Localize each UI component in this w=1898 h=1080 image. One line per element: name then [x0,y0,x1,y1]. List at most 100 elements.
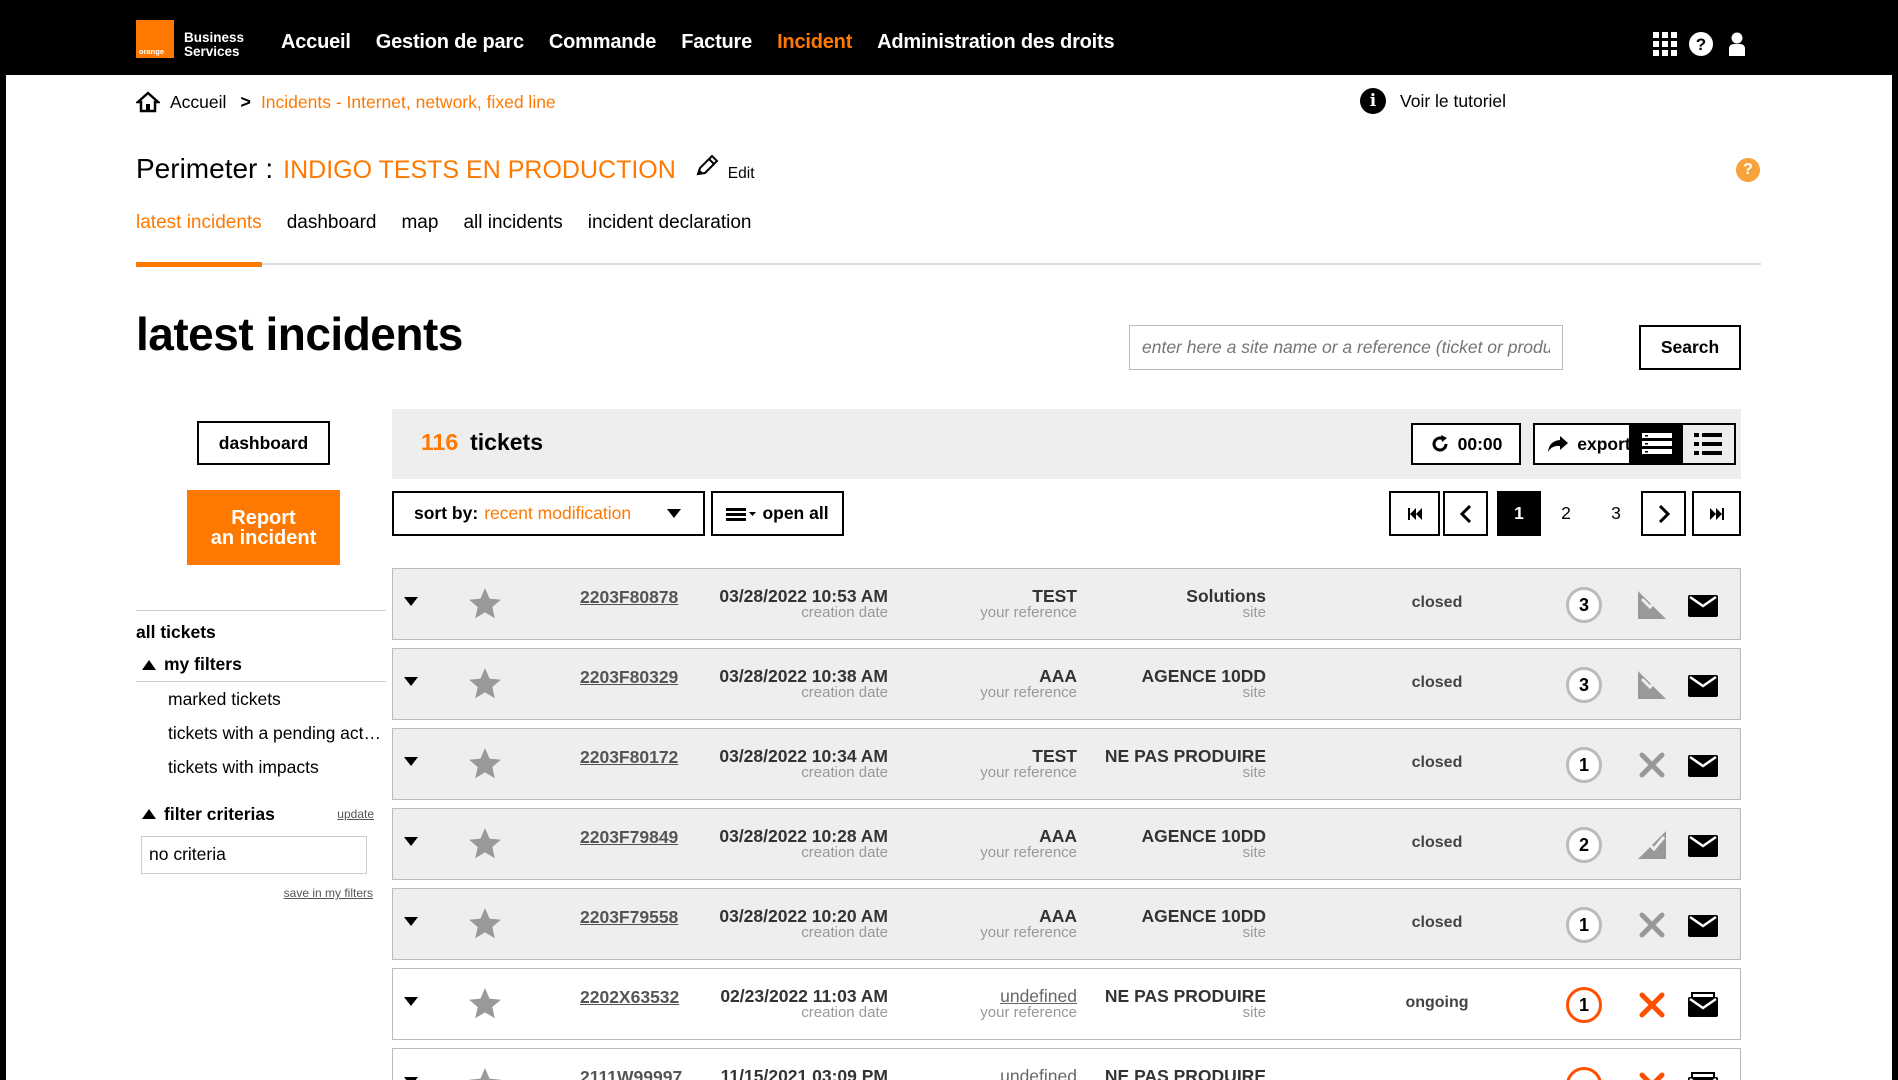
chevron-right-icon: > [240,91,251,112]
nav-incident[interactable]: Incident [777,31,852,54]
expand-caret-icon[interactable] [404,997,418,1006]
breadcrumb: Accueil > Incidents - Internet, network,… [136,90,556,114]
search-button[interactable]: Search [1639,325,1741,370]
logo-text: orange [139,47,165,56]
ticket-ref-link[interactable]: 2203F79558 [580,907,678,928]
next-page-button[interactable] [1641,491,1686,536]
ticket-count-badge: 3 [1566,667,1602,703]
star-icon[interactable] [466,665,504,703]
ticket-status: closed [1411,594,1463,611]
user-icon[interactable] [1725,31,1749,57]
tab-incident-declaration[interactable]: incident declaration [588,212,752,265]
last-page-button[interactable] [1692,491,1741,536]
ticket-ref-link[interactable]: 2203F80172 [580,747,678,768]
ticket-ref-link[interactable]: 2203F80329 [580,667,678,688]
ticket-row[interactable]: 2111W99997 11/15/2021 03:09 PMcreation da… [392,1048,1741,1080]
report-line-2: an incident [210,526,317,549]
report-incident-button[interactable]: Report an incident [187,490,340,565]
tab-latest-incidents[interactable]: latest incidents [136,212,262,267]
search-input[interactable] [1129,325,1563,370]
ticket-your-ref: undefinedyour reference [980,986,1077,1021]
expand-caret-icon[interactable] [404,677,418,686]
mail-icon[interactable] [1685,667,1721,703]
filter-pending-action[interactable]: tickets with a pending act… [136,716,396,750]
tab-all-incidents[interactable]: all incidents [463,212,562,265]
nav-gestion-de-parc[interactable]: Gestion de parc [376,31,524,54]
dashboard-button[interactable]: dashboard [197,421,330,465]
star-icon[interactable] [466,1065,504,1080]
ticket-ref-link[interactable]: 2203F80878 [580,587,678,608]
ticket-row[interactable]: 2203F79849 03/28/2022 10:28 AM creation da… [392,808,1741,880]
prev-page-button[interactable] [1443,491,1488,536]
update-criteria-link[interactable]: update [337,807,374,821]
expand-caret-icon[interactable] [404,757,418,766]
star-icon[interactable] [466,905,504,943]
ticket-ref-link[interactable]: 2111W99997 [580,1067,682,1080]
breadcrumb-current[interactable]: Incidents - Internet, network, fixed lin… [261,92,556,113]
tab-dashboard[interactable]: dashboard [287,212,377,265]
help-circle-icon[interactable]: ? [1689,31,1713,57]
filter-sidebar: all tickets my filters marked tickets ti… [136,610,386,900]
page-1[interactable]: 1 [1497,491,1541,536]
ticket-row[interactable]: 2203F80878 03/28/2022 10:53 AM creation da… [392,568,1741,640]
list-view-icon[interactable] [1683,425,1735,463]
star-icon[interactable] [466,985,504,1023]
mail-icon[interactable] [1685,987,1721,1023]
page-content: Accueil > Incidents - Internet, network,… [6,75,1892,1080]
triangle-up-icon[interactable] [142,809,156,819]
ticket-ref-link[interactable]: 2203F79849 [580,827,678,848]
star-icon[interactable] [466,745,504,783]
ticket-row[interactable]: 2203F80172 03/28/2022 10:34 AM creation da… [392,728,1741,800]
tutorial-link[interactable]: i Voir le tutoriel [1360,88,1506,114]
ticket-row[interactable]: 2202X63532 02/23/2022 11:03 AM creation da… [392,968,1741,1040]
sort-dropdown[interactable]: sort by: recent modification [392,491,705,536]
cross-icon [1634,987,1670,1023]
ticket-row[interactable]: 2203F80329 03/28/2022 10:38 AM creation da… [392,648,1741,720]
mail-icon[interactable] [1685,747,1721,783]
ticket-ref-link[interactable]: 2202X63532 [580,987,679,1008]
star-icon[interactable] [466,585,504,623]
home-icon[interactable] [136,91,160,113]
my-filters-toggle[interactable]: my filters [136,654,386,682]
filter-marked-tickets[interactable]: marked tickets [136,682,396,716]
page-2[interactable]: 2 [1548,491,1584,536]
ticket-your-ref: AAA your reference [980,826,1077,861]
ticket-row[interactable]: 2203F79558 03/28/2022 10:20 AM creation da… [392,888,1741,960]
page-3[interactable]: 3 [1598,491,1634,536]
nav-accueil[interactable]: Accueil [281,31,351,54]
mail-icon[interactable] [1685,587,1721,623]
save-filter-link[interactable]: save in my filters [136,886,373,900]
mail-icon[interactable] [1685,827,1721,863]
help-question-icon[interactable]: ? [1736,158,1760,182]
star-icon[interactable] [466,825,504,863]
mail-icon[interactable] [1685,907,1721,943]
top-icons: ? [1653,31,1749,57]
ticket-your-ref: TEST your reference [980,586,1077,621]
page-title: latest incidents [136,308,463,360]
filter-with-impacts[interactable]: tickets with impacts [136,750,396,784]
edit-perimeter-link[interactable]: Edit [728,165,755,183]
ticket-your-ref: undefinedyour reference [1000,1066,1077,1080]
refresh-button[interactable]: 00:00 [1411,423,1521,465]
perimeter-value: INDIGO TESTS EN PRODUCTION [283,156,676,184]
breadcrumb-home[interactable]: Accueil [170,92,226,113]
open-all-button[interactable]: open all [711,491,844,536]
nav-facture[interactable]: Facture [681,31,752,54]
all-tickets-link[interactable]: all tickets [136,622,386,650]
expand-caret-icon[interactable] [404,837,418,846]
ticket-date: 03/28/2022 10:34 AM creation date [719,746,888,781]
ticket-count: 116 tickets [421,429,543,455]
nav-commande[interactable]: Commande [549,31,657,54]
tab-map[interactable]: map [401,212,438,265]
nav-administration-des-droits[interactable]: Administration des droits [877,31,1114,54]
mail-icon[interactable] [1685,1067,1721,1080]
pencil-icon[interactable] [694,154,720,178]
ticket-date: 11/15/2021 03:09 PMcreation date [720,1066,888,1080]
expand-caret-icon[interactable] [404,917,418,926]
compact-view-icon[interactable] [1631,425,1683,463]
apps-grid-icon[interactable] [1653,31,1677,57]
orange-logo[interactable]: orange [136,20,174,58]
first-page-button[interactable] [1389,491,1440,536]
filter-criterias-label[interactable]: filter criterias [164,804,275,825]
expand-caret-icon[interactable] [404,597,418,606]
